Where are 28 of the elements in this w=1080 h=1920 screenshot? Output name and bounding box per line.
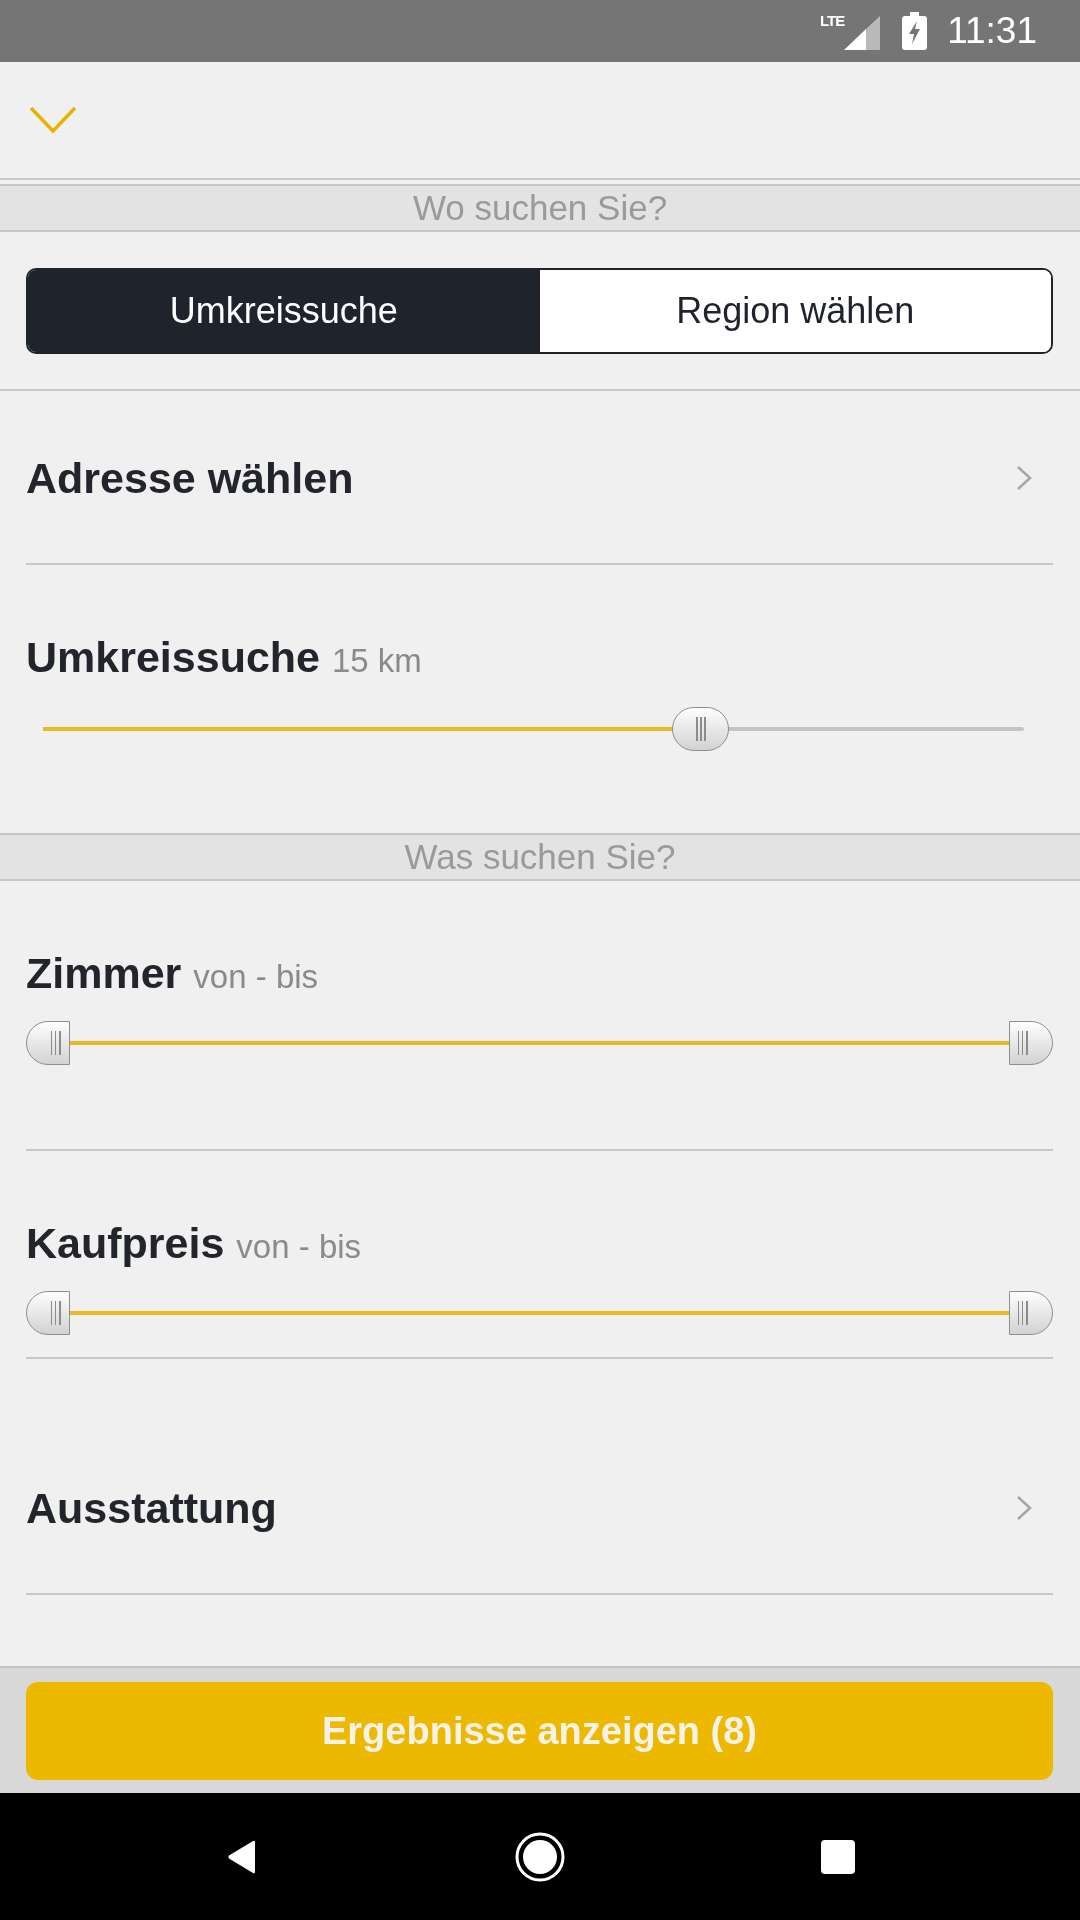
slider-value: von - bis: [236, 1227, 362, 1267]
slider-thumb[interactable]: [1009, 1291, 1053, 1335]
range-slider-track[interactable]: [26, 1021, 1053, 1065]
section-header: Wo suchen Sie?: [0, 184, 1080, 232]
segment-tab[interactable]: Umkreissuche: [28, 270, 540, 352]
slider-label: Kaufpreis: [26, 1218, 225, 1269]
slider-label: Umkreissuche: [26, 632, 320, 683]
list-item[interactable]: Ausstattung: [26, 1482, 1053, 1534]
section-header: Was suchen Sie?: [0, 833, 1080, 881]
clock-time: 11:31: [947, 9, 1037, 53]
slider-thumb[interactable]: [26, 1291, 70, 1335]
back-icon[interactable]: [226, 1838, 258, 1875]
recents-icon[interactable]: [821, 1839, 855, 1874]
slider-thumb[interactable]: [26, 1021, 70, 1065]
slider-value: 15 km: [332, 641, 422, 681]
slider-label: Zimmer: [26, 948, 182, 999]
slider-thumb[interactable]: [1009, 1021, 1053, 1065]
slider-value: von - bis: [193, 957, 319, 997]
slider-thumb[interactable]: [672, 707, 730, 751]
chevron-right-icon: [1016, 465, 1032, 491]
list-item[interactable]: Adresse wählen: [26, 452, 1053, 504]
chevron-down-icon[interactable]: [29, 106, 77, 134]
battery-charging-icon: [902, 12, 928, 50]
signal-icon: [844, 16, 881, 50]
range-slider-track[interactable]: [26, 1291, 1053, 1335]
chevron-right-icon: [1016, 1495, 1032, 1521]
network-type-label: LTE: [819, 13, 845, 28]
home-icon[interactable]: [515, 1831, 565, 1882]
